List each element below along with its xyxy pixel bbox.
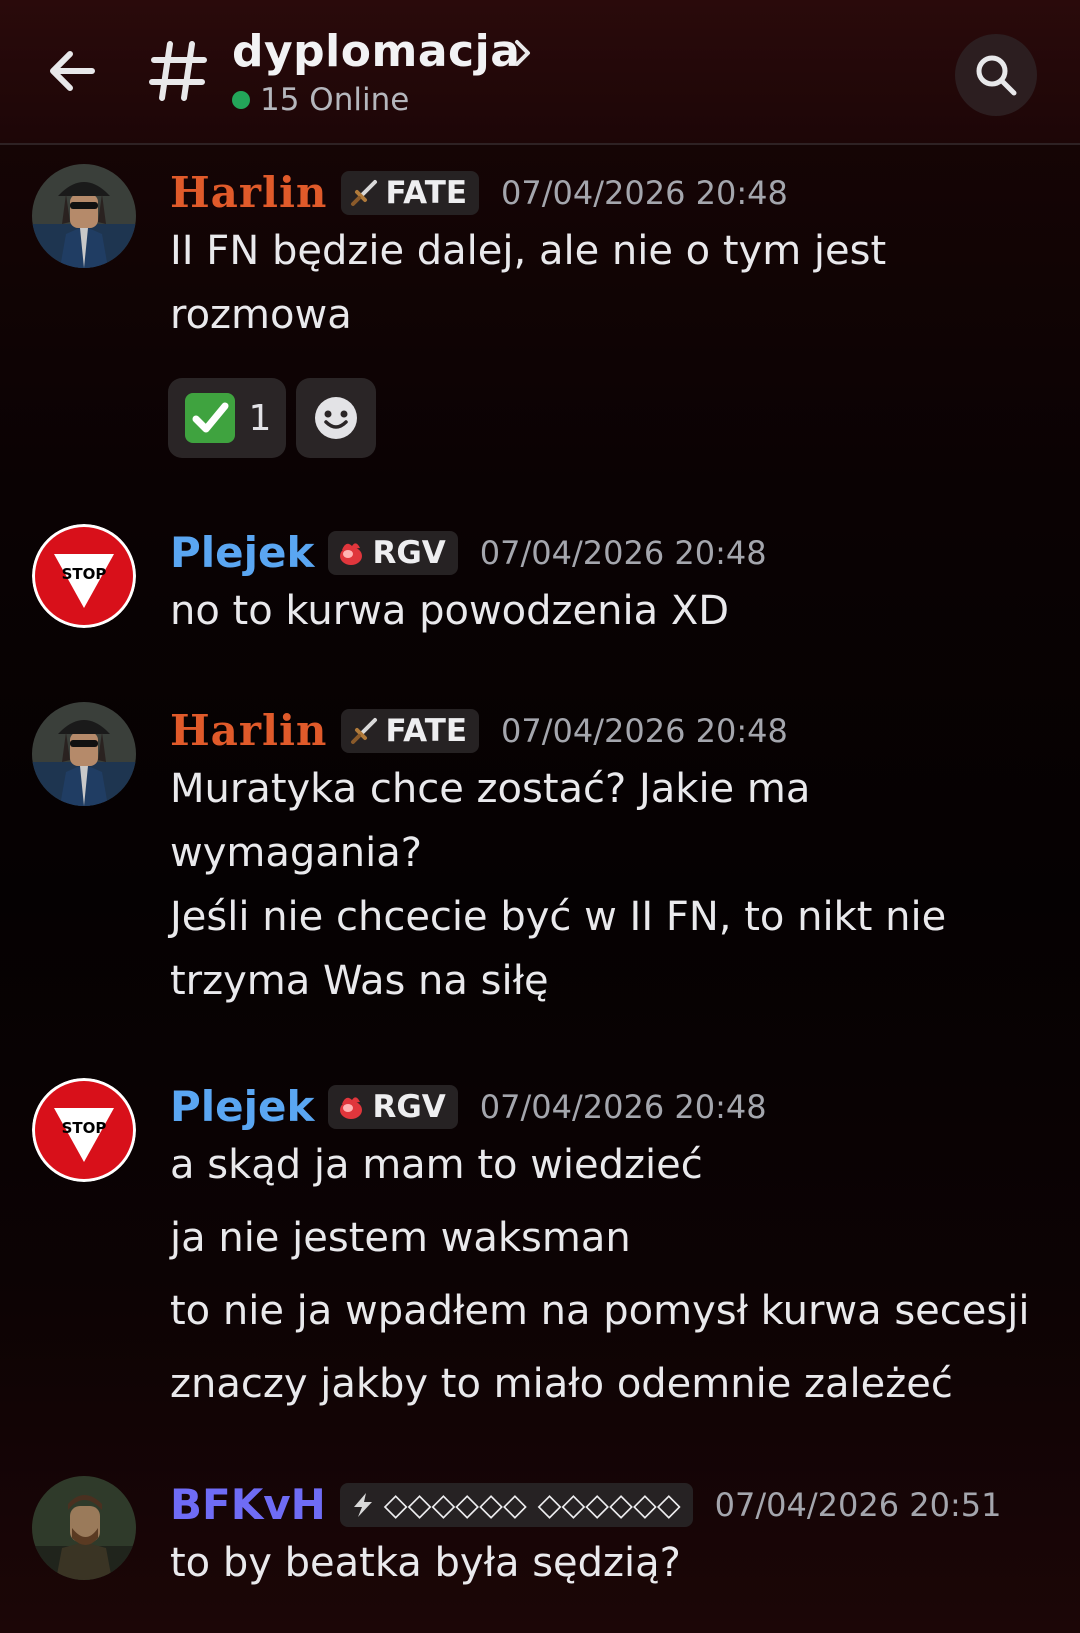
message-text: ja nie jestem waksman: [170, 1215, 631, 1261]
author-name[interactable]: BFKvH: [170, 1480, 326, 1529]
timestamp: 07/04/2026 20:48: [479, 1087, 767, 1126]
message-text: wymagania?: [170, 830, 422, 876]
clan-tag[interactable]: FATE: [341, 708, 480, 753]
check-mark-icon: [184, 393, 235, 443]
channel-hash-icon: [148, 36, 208, 106]
online-dot-icon: [232, 91, 250, 109]
author-name[interactable]: Plejek: [170, 1082, 314, 1131]
message-text: rozmowa: [170, 292, 352, 338]
message-text: znaczy jakby to miało odemnie zależeć: [170, 1361, 953, 1407]
message-text: Jeśli nie chcecie być w II FN, to nikt n…: [170, 894, 947, 940]
message-header: Harlin FATE 07/04/2026 20:48: [170, 706, 788, 755]
flame-icon: [340, 1096, 363, 1119]
timestamp: 07/04/2026 20:48: [501, 711, 788, 750]
clan-tag[interactable]: RGV: [328, 530, 458, 575]
avatar[interactable]: STOP: [32, 1078, 136, 1182]
clan-tag[interactable]: ◇◇◇◇◇◇ ◇◇◇◇◇◇: [339, 1482, 693, 1527]
channel-header: dyplomacja 15 Online: [0, 0, 1080, 145]
message-text: no to kurwa powodzenia XD: [170, 588, 730, 634]
sword-icon: [351, 717, 378, 744]
add-reaction-smiley-icon: [315, 397, 357, 439]
message-header: Harlin FATE 07/04/2026 20:48: [170, 168, 788, 217]
arrow-left-icon: [50, 51, 95, 91]
reaction-pill[interactable]: 1: [168, 378, 286, 458]
add-reaction-button[interactable]: [296, 378, 376, 458]
clan-tag[interactable]: RGV: [328, 1084, 458, 1129]
channel-title[interactable]: dyplomacja: [232, 26, 520, 77]
clan-tag-label: ◇◇◇◇◇◇ ◇◇◇◇◇◇: [383, 1486, 681, 1523]
search-button[interactable]: [955, 34, 1037, 116]
message-header: BFKvH ◇◇◇◇◇◇ ◇◇◇◇◇◇ 07/04/2026 20:51: [170, 1480, 1002, 1529]
avatar[interactable]: [32, 702, 136, 806]
message-header: Plejek RGV 07/04/2026 20:48: [170, 528, 767, 577]
author-name[interactable]: Harlin: [170, 168, 327, 217]
reaction-count: 1: [248, 397, 272, 439]
timestamp: 07/04/2026 20:48: [501, 173, 788, 212]
online-status: 15 Online: [232, 82, 409, 118]
message-text: to nie ja wpadłem na pomysł kurwa secesj…: [170, 1288, 1030, 1334]
online-count: 15 Online: [260, 82, 410, 118]
lightning-icon: [353, 1492, 372, 1517]
message-text: to by beatka była sędzią?: [170, 1540, 681, 1586]
back-button[interactable]: [42, 40, 104, 102]
clan-tag-label: RGV: [372, 1088, 446, 1125]
message-text: trzyma Was na siłę: [170, 958, 549, 1004]
svg-text:STOP: STOP: [62, 1119, 107, 1137]
timestamp: 07/04/2026 20:48: [479, 533, 767, 572]
flame-icon: [340, 542, 363, 565]
message-text: Muratyka chce zostać? Jakie ma: [170, 766, 811, 812]
message-text: II FN będzie dalej, ale nie o tym jest: [170, 228, 887, 274]
avatar[interactable]: [32, 164, 136, 268]
sword-icon: [351, 179, 378, 206]
avatar[interactable]: [32, 1476, 136, 1580]
clan-tag-label: FATE: [385, 174, 468, 211]
clan-tag-label: FATE: [385, 712, 468, 749]
search-icon: [976, 55, 1017, 96]
author-name[interactable]: Plejek: [170, 528, 314, 577]
timestamp: 07/04/2026 20:51: [714, 1485, 1002, 1524]
author-name[interactable]: Harlin: [170, 706, 327, 755]
chevron-right-icon[interactable]: [512, 38, 534, 68]
clan-tag[interactable]: FATE: [341, 170, 480, 215]
clan-tag-label: RGV: [372, 534, 446, 571]
avatar[interactable]: STOP: [32, 524, 136, 628]
message-text: a skąd ja mam to wiedzieć: [170, 1142, 703, 1188]
message-header: Plejek RGV 07/04/2026 20:48: [170, 1082, 767, 1131]
svg-text:STOP: STOP: [62, 565, 107, 583]
